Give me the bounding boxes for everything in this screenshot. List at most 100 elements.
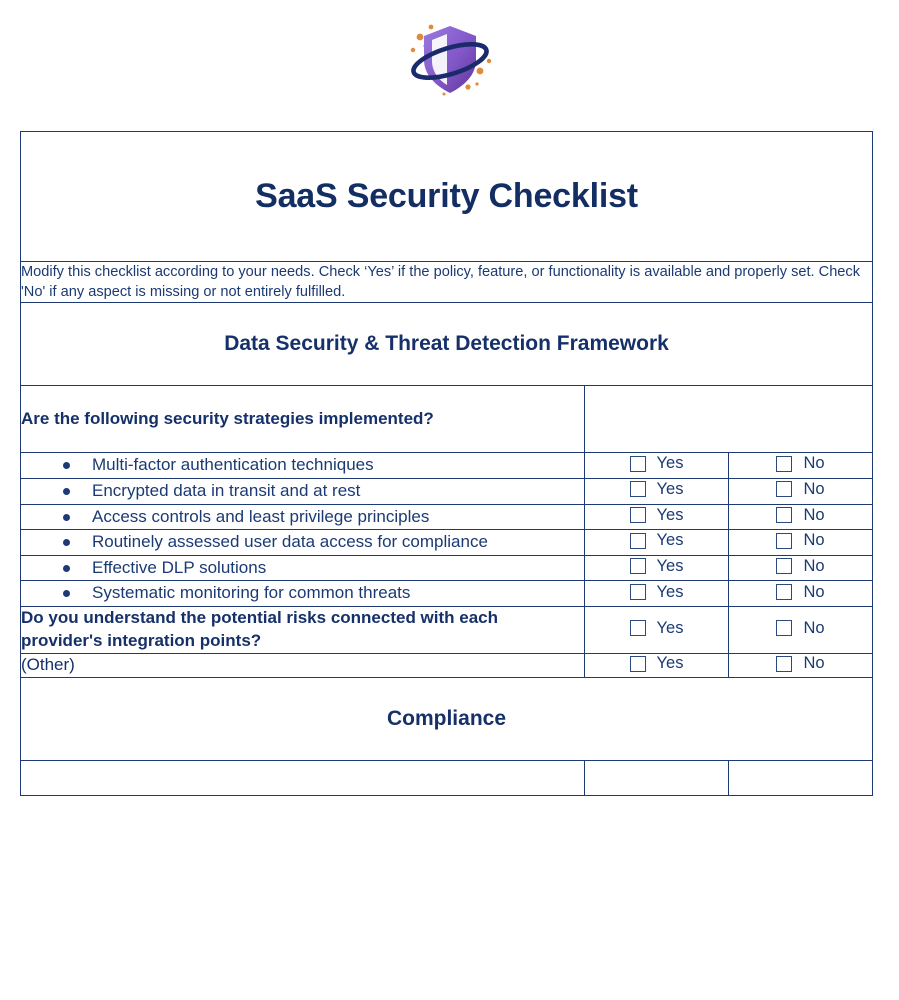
no-cell[interactable] (727, 759, 874, 796)
instructions-text: Modify this checklist according to your … (21, 264, 861, 301)
table-row: Systematic monitoring for common threats… (20, 580, 874, 608)
table-row: Encrypted data in transit and at rest Ye… (20, 477, 874, 505)
no-cell[interactable]: No (727, 477, 874, 505)
checkbox-no-label: No (803, 556, 825, 575)
section-title: Data Security & Threat Detection Framewo… (224, 332, 669, 356)
yes-cell[interactable]: Yes (584, 652, 729, 678)
checkbox-no[interactable] (776, 558, 793, 575)
bullet-icon (63, 462, 70, 470)
yes-cell[interactable]: Yes (584, 503, 729, 531)
item-label: Effective DLP solutions (92, 557, 267, 577)
yes-cell[interactable]: Yes (584, 580, 729, 608)
no-cell[interactable]: No (727, 529, 874, 556)
table-row: Routinely assessed user data access for … (20, 529, 874, 556)
yes-cell[interactable]: Yes (584, 477, 729, 505)
checkbox-yes-label: Yes (656, 479, 684, 498)
item-cell: Access controls and least privilege prin… (20, 503, 585, 531)
table-row: Effective DLP solutions Yes No (20, 554, 874, 582)
item-cell: Multi-factor authentication techniques (20, 452, 585, 479)
checklist-table: SaaS Security Checklist Modify this chec… (19, 131, 874, 796)
checkbox-yes-label: Yes (656, 505, 684, 524)
section-heading-cell: Data Security & Threat Detection Framewo… (19, 302, 874, 387)
no-cell[interactable]: No (727, 580, 874, 608)
other-text: (Other) (21, 654, 75, 674)
checkbox-no-label: No (803, 505, 825, 524)
checkbox-yes-label: Yes (656, 618, 684, 637)
yes-cell[interactable]: Yes (584, 554, 729, 582)
yes-cell[interactable]: Yes (584, 606, 729, 654)
item-cell: Effective DLP solutions (20, 554, 585, 582)
question-cell: Do you understand the potential risks co… (20, 606, 585, 654)
table-row (20, 759, 874, 796)
yes-cell[interactable]: Yes (584, 529, 729, 556)
checkbox-yes[interactable] (629, 481, 646, 498)
question-header-row: Are the following security strategies im… (20, 385, 874, 454)
checkbox-yes[interactable] (629, 655, 646, 672)
yes-cell[interactable] (584, 759, 729, 796)
checkbox-yes[interactable] (629, 507, 646, 524)
shield-orbit-logo (410, 24, 491, 96)
checkbox-no[interactable] (776, 507, 793, 524)
checkbox-no-label: No (803, 531, 825, 550)
table-row: (Other) Yes No (20, 652, 874, 678)
checkbox-yes-label: Yes (656, 582, 684, 601)
bullet-icon (63, 590, 70, 598)
checkbox-yes-label: Yes (656, 654, 684, 673)
section-heading-row: Data Security & Threat Detection Framewo… (19, 302, 874, 387)
checkbox-no[interactable] (776, 584, 793, 601)
bullet-icon (63, 513, 70, 521)
checkbox-no[interactable] (776, 481, 793, 498)
item-label: Systematic monitoring for common threats (92, 583, 411, 603)
table-row: Access controls and least privilege prin… (20, 503, 874, 531)
checkbox-yes[interactable] (629, 620, 646, 637)
item-label: Routinely assessed user data access for … (92, 532, 488, 552)
section-title: Compliance (386, 706, 507, 730)
question-text: Do you understand the potential risks co… (21, 608, 499, 651)
page-title: SaaS Security Checklist (255, 177, 638, 215)
bullet-icon (63, 564, 70, 572)
table-row: Do you understand the potential risks co… (20, 606, 874, 654)
section-heading-row: Compliance (19, 676, 874, 761)
no-cell[interactable]: No (727, 606, 874, 654)
checkbox-no[interactable] (776, 655, 793, 672)
item-cell (20, 759, 585, 796)
title-cell: SaaS Security Checklist (19, 131, 874, 262)
checkbox-no[interactable] (776, 620, 793, 637)
no-cell[interactable]: No (727, 503, 874, 531)
bullet-icon (63, 487, 70, 495)
checkbox-no[interactable] (776, 532, 793, 549)
title-row: SaaS Security Checklist (19, 131, 874, 262)
checkbox-yes-label: Yes (656, 556, 684, 575)
section-heading-cell: Compliance (19, 676, 874, 761)
no-cell[interactable]: No (727, 554, 874, 582)
item-cell: Routinely assessed user data access for … (20, 529, 585, 556)
item-cell: Encrypted data in transit and at rest (20, 477, 585, 505)
other-cell[interactable]: (Other) (20, 652, 585, 678)
checkbox-yes-label: Yes (656, 531, 684, 550)
checkbox-no[interactable] (776, 455, 793, 472)
item-label: Multi-factor authentication techniques (92, 455, 374, 475)
no-cell[interactable]: No (727, 652, 874, 678)
checkbox-yes[interactable] (629, 584, 646, 601)
item-cell: Systematic monitoring for common threats (20, 580, 585, 608)
yes-cell[interactable]: Yes (584, 452, 729, 479)
checkbox-yes[interactable] (629, 455, 646, 472)
checkbox-no-label: No (803, 618, 825, 637)
item-label: Access controls and least privilege prin… (92, 506, 430, 526)
checkbox-yes[interactable] (629, 558, 646, 575)
checkbox-yes-label: Yes (656, 454, 684, 473)
bullet-icon (63, 539, 70, 547)
question-header-text: Are the following security strategies im… (21, 408, 434, 428)
checkbox-yes[interactable] (629, 532, 646, 549)
checkbox-no-label: No (803, 582, 825, 601)
instructions-row: Modify this checklist according to your … (19, 260, 874, 304)
table-row: Multi-factor authentication techniques Y… (20, 452, 874, 479)
instructions-cell: Modify this checklist according to your … (19, 260, 874, 304)
no-cell[interactable]: No (727, 452, 874, 479)
item-label: Encrypted data in transit and at rest (92, 480, 361, 500)
checkbox-no-label: No (803, 454, 825, 473)
checkbox-no-label: No (803, 479, 825, 498)
empty-answer-cell (583, 385, 874, 454)
checkbox-no-label: No (803, 654, 825, 673)
question-header-cell: Are the following security strategies im… (20, 385, 585, 454)
